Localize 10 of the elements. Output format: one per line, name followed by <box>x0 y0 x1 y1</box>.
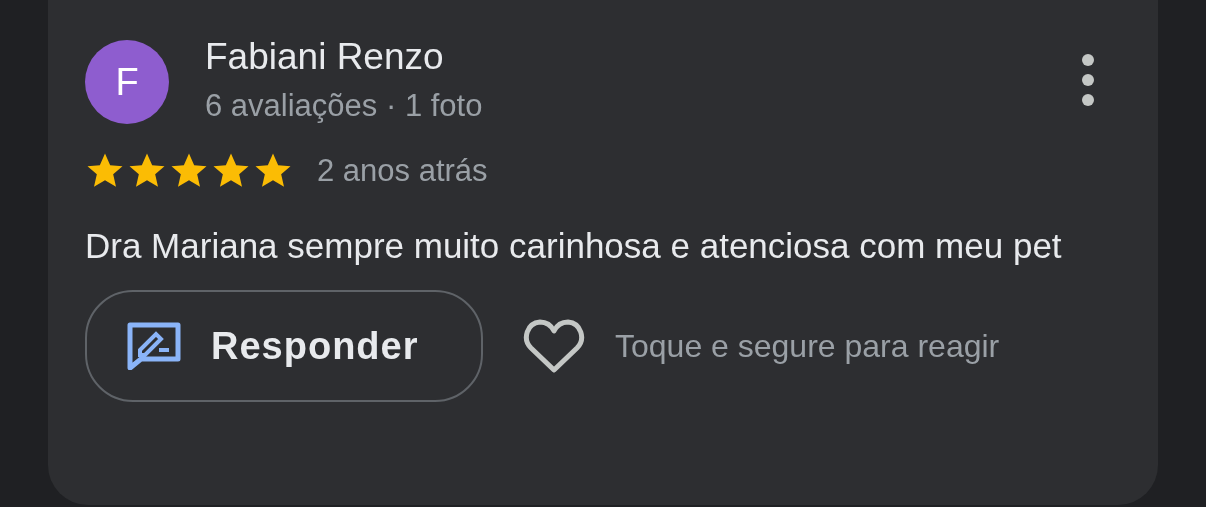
review-text: Dra Mariana sempre muito carinhosa e atenciosa com meu pet <box>85 225 1063 267</box>
reply-button[interactable]: Responder <box>85 290 483 402</box>
react-hint: Toque e segure para reagir <box>615 327 1000 365</box>
more-options-icon[interactable] <box>1080 52 1096 108</box>
reviewer-meta: 6 avaliações · 1 foto <box>205 87 483 125</box>
avatar[interactable]: F <box>85 40 169 124</box>
heart-icon[interactable] <box>523 318 585 374</box>
reply-icon <box>127 322 181 370</box>
review-time: 2 anos atrás <box>317 153 488 189</box>
reviewer-name[interactable]: Fabiani Renzo <box>205 30 444 84</box>
